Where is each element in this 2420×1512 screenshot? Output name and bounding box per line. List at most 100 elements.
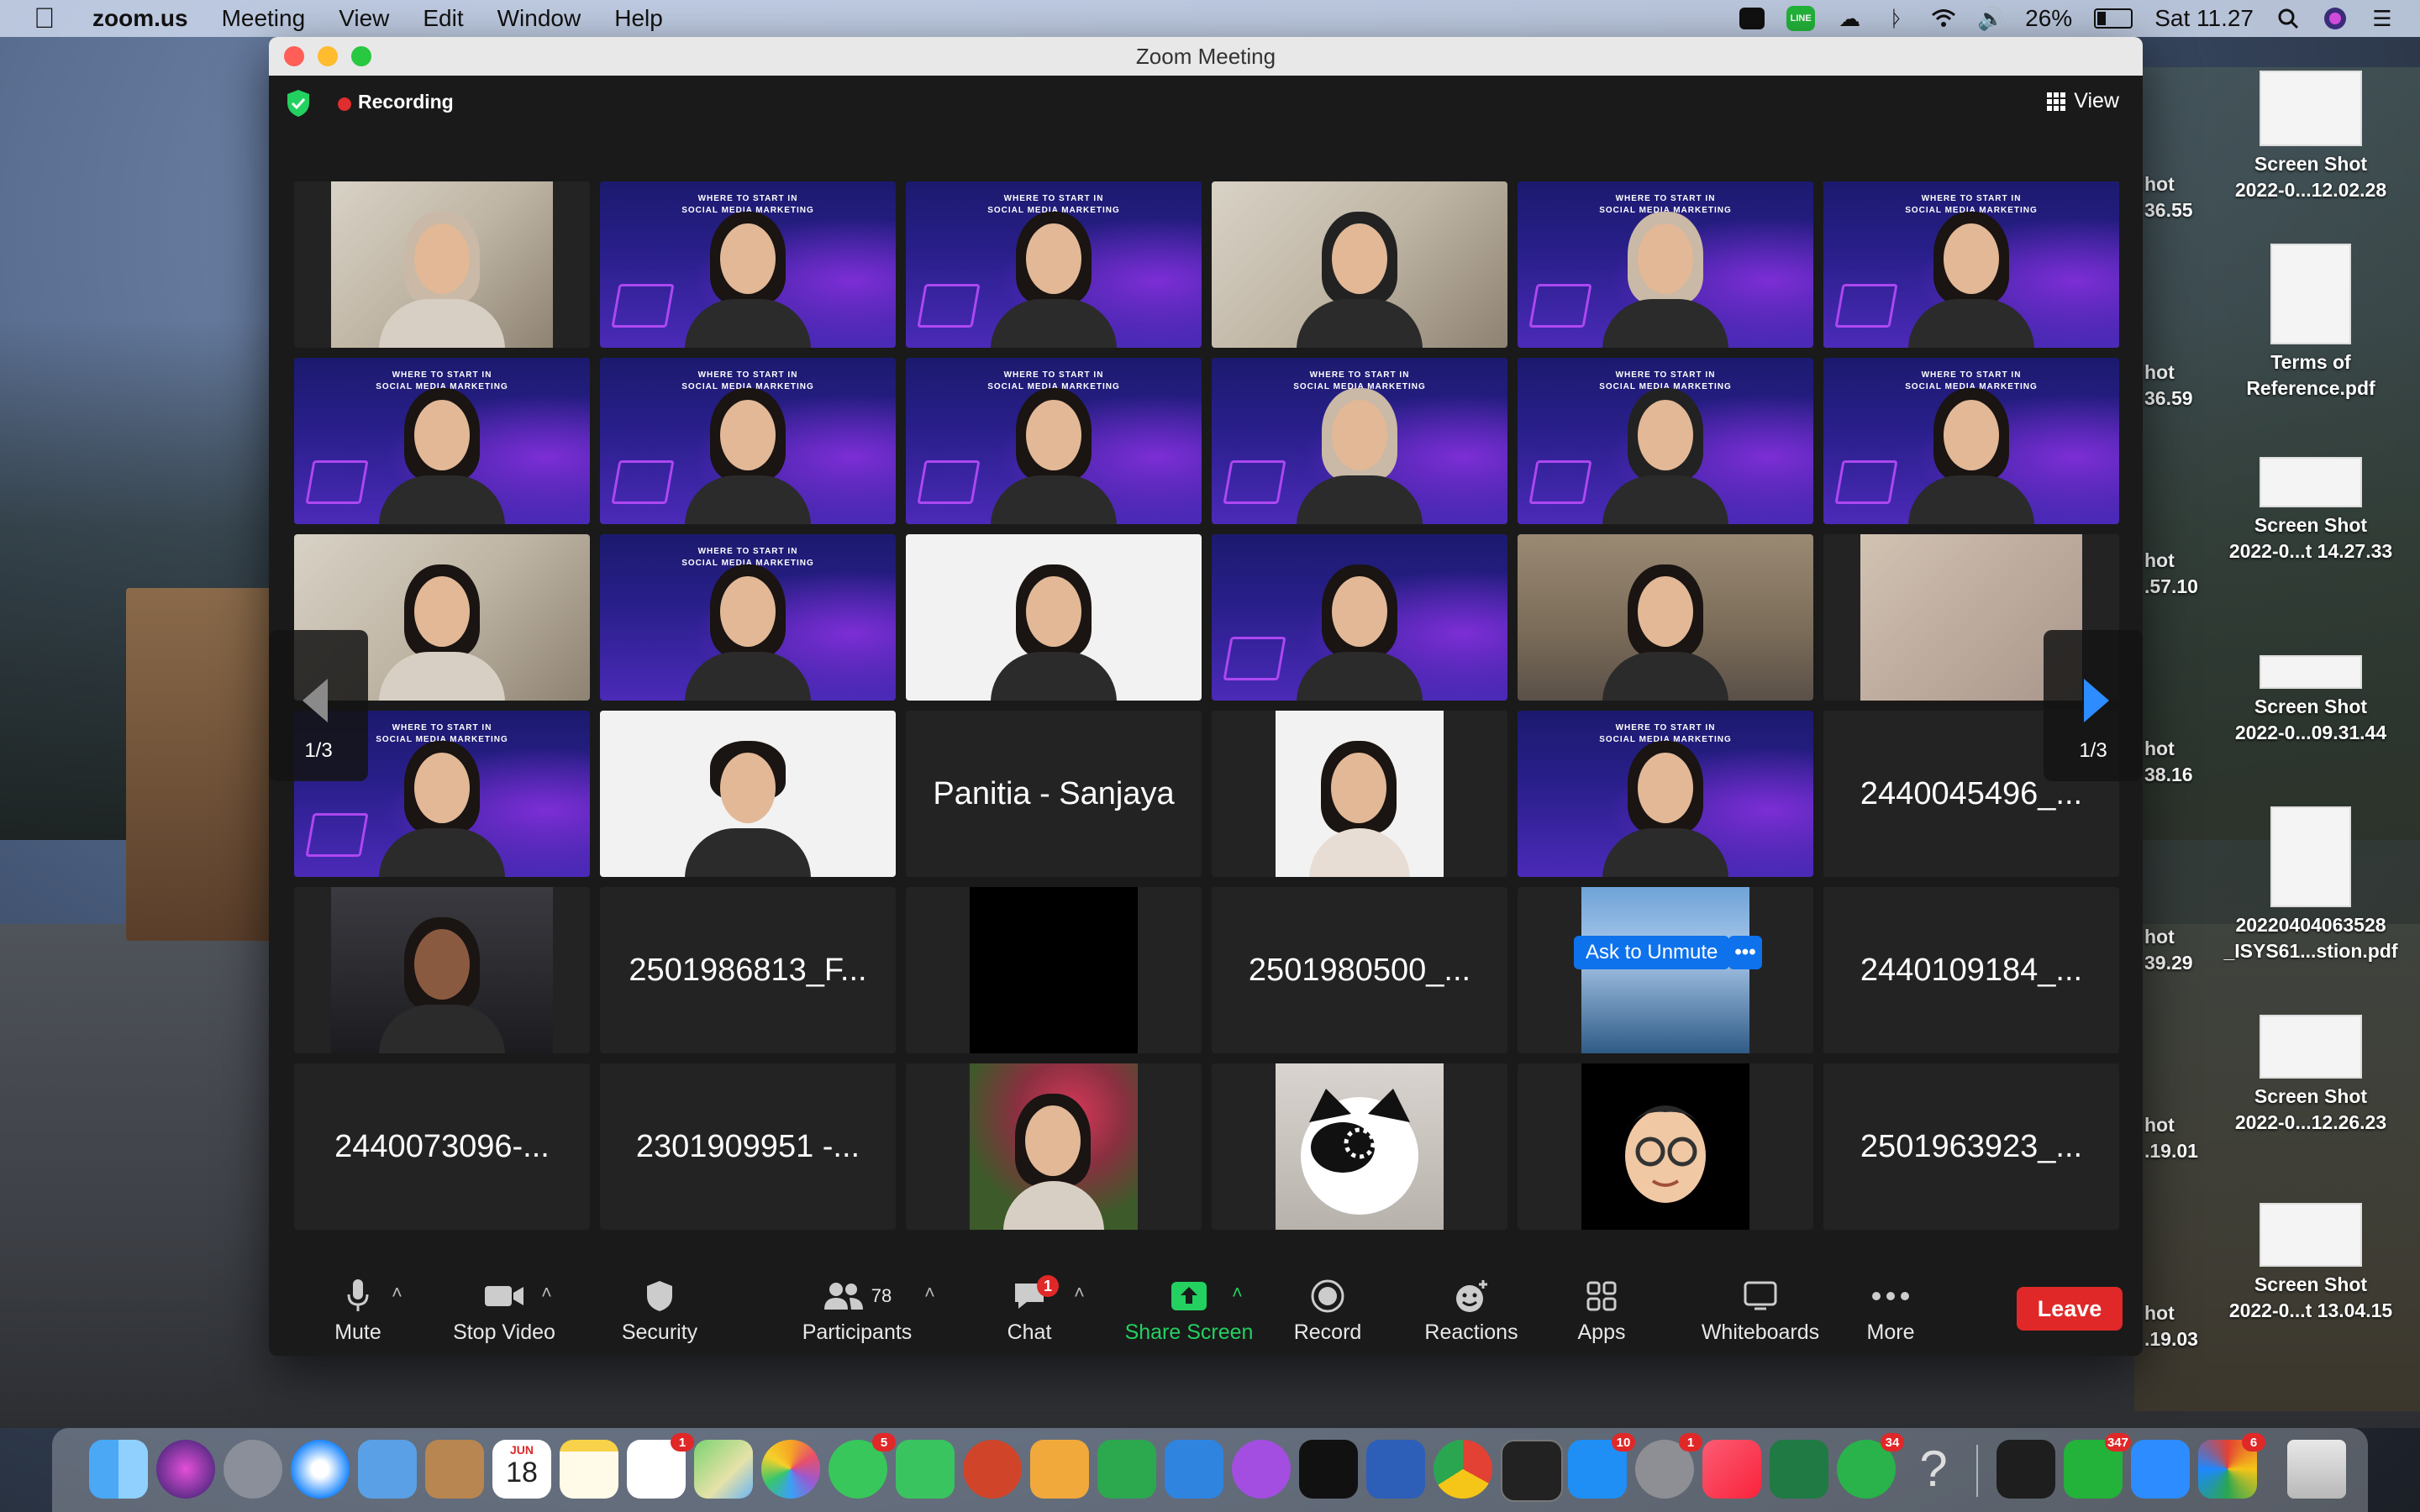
cloud-icon[interactable]: ☁ bbox=[1837, 6, 1862, 31]
video-tile[interactable]: WHERE TO START IN SOCIAL MEDIA MARKETING bbox=[906, 181, 1202, 348]
name-tile[interactable]: 2501963923_... bbox=[1823, 1063, 2119, 1230]
messages-icon[interactable]: 5 bbox=[829, 1433, 896, 1499]
recording-label[interactable]: Recording bbox=[358, 91, 454, 113]
desktop-partial-label[interactable]: hot 36.59 bbox=[2144, 360, 2193, 412]
video-tile[interactable]: WHERE TO START IN SOCIAL MEDIA MARKETING bbox=[906, 358, 1202, 524]
menu-app-name[interactable]: zoom.us bbox=[92, 5, 188, 32]
name-tile[interactable]: 2501986813_F... bbox=[600, 887, 896, 1053]
google-photos-icon[interactable]: 6 bbox=[2198, 1433, 2265, 1499]
finder-icon[interactable] bbox=[89, 1440, 148, 1499]
name-tile[interactable]: Panitia - Sanjaya bbox=[906, 711, 1202, 877]
desktop-partial-label[interactable]: hot .19.03 bbox=[2144, 1300, 2198, 1352]
ask-to-unmute-button[interactable]: Ask to Unmute bbox=[1574, 936, 1730, 969]
apple-icon[interactable]:  bbox=[34, 4, 67, 33]
previous-page-button[interactable]: 1/3 bbox=[269, 630, 368, 781]
video-tile-active-speaker[interactable]: WHERE TO START IN SOCIAL MEDIA MARKETING bbox=[1823, 181, 2119, 348]
zoom-dock-icon[interactable] bbox=[2131, 1440, 2190, 1499]
facetime-icon[interactable] bbox=[896, 1440, 955, 1499]
help-question-icon[interactable]: ? bbox=[1904, 1440, 1963, 1499]
name-tile[interactable]: 2301909951 -... bbox=[600, 1063, 896, 1230]
video-tile[interactable]: WHERE TO START IN SOCIAL MEDIA MARKETING bbox=[1823, 358, 2119, 524]
desktop-partial-label[interactable]: hot 36.55 bbox=[2144, 171, 2193, 223]
view-button[interactable]: View bbox=[2047, 89, 2119, 113]
mail-icon[interactable] bbox=[358, 1440, 417, 1499]
bluetooth-icon[interactable]: ᚦ bbox=[1884, 6, 1909, 31]
desktop-file-screenshot[interactable]: Screen Shot 2022-0...12.02.28 bbox=[2218, 71, 2403, 203]
name-tile[interactable]: 2440109184_... bbox=[1823, 887, 2119, 1053]
menu-meeting[interactable]: Meeting bbox=[222, 5, 306, 32]
chevron-up-icon[interactable]: ˄ bbox=[392, 1282, 402, 1304]
launchpad-icon[interactable] bbox=[224, 1440, 282, 1499]
reminders-icon[interactable]: 1 bbox=[627, 1433, 694, 1499]
desktop-file-isys-pdf[interactable]: 20220404063528 _ISYS61...stion.pdf bbox=[2218, 806, 2403, 964]
siri-dock-icon[interactable] bbox=[156, 1440, 215, 1499]
menu-edit[interactable]: Edit bbox=[423, 5, 463, 32]
numbers-icon[interactable] bbox=[1097, 1440, 1156, 1499]
video-tile[interactable] bbox=[1518, 887, 1813, 1053]
security-button[interactable]: Security bbox=[613, 1277, 706, 1345]
mute-button[interactable]: Mute bbox=[316, 1277, 400, 1345]
video-tile[interactable] bbox=[1212, 711, 1507, 877]
desktop-file-screenshot[interactable]: Screen Shot 2022-0...12.26.23 bbox=[2218, 1015, 2403, 1136]
chevron-up-icon[interactable]: ˄ bbox=[1074, 1282, 1085, 1304]
battery-icon[interactable] bbox=[2094, 8, 2133, 29]
desktop-partial-label[interactable]: hot .57.10 bbox=[2144, 548, 2198, 600]
tile-more-options-button[interactable]: ••• bbox=[1728, 936, 1762, 969]
video-tile[interactable] bbox=[1518, 534, 1813, 701]
reactions-button[interactable]: Reactions bbox=[1417, 1277, 1526, 1345]
chevron-up-icon[interactable]: ˄ bbox=[541, 1282, 552, 1304]
figma-icon[interactable] bbox=[1996, 1440, 2055, 1499]
safari-icon[interactable] bbox=[291, 1440, 350, 1499]
notes-icon[interactable] bbox=[560, 1440, 618, 1499]
desktop-file-screenshot[interactable]: Screen Shot 2022-0...t 13.04.15 bbox=[2218, 1203, 2403, 1324]
music-icon[interactable] bbox=[1702, 1440, 1761, 1499]
menu-window[interactable]: Window bbox=[497, 5, 581, 32]
photos-icon[interactable] bbox=[761, 1440, 820, 1499]
name-tile[interactable]: 2440073096-... bbox=[294, 1063, 590, 1230]
trash-icon[interactable] bbox=[2287, 1440, 2346, 1499]
control-center-icon[interactable]: ☰ bbox=[2370, 6, 2395, 31]
calendar-icon[interactable]: JUN 18 bbox=[492, 1440, 551, 1499]
video-tile[interactable] bbox=[906, 887, 1202, 1053]
desktop-file-screenshot[interactable]: Screen Shot 2022-0...09.31.44 bbox=[2218, 655, 2403, 746]
video-tile[interactable]: WHERE TO START IN SOCIAL MEDIA MARKETING bbox=[1518, 358, 1813, 524]
chevron-up-icon[interactable]: ˄ bbox=[924, 1282, 935, 1304]
word-icon[interactable] bbox=[1366, 1440, 1425, 1499]
desktop-partial-label[interactable]: hot 39.29 bbox=[2144, 924, 2193, 976]
video-tile[interactable] bbox=[1212, 1063, 1507, 1230]
system-preferences-icon[interactable]: 1 bbox=[1635, 1433, 1702, 1499]
spotlight-search-icon[interactable] bbox=[2275, 7, 2301, 30]
volume-icon[interactable]: 🔊 bbox=[1977, 6, 2004, 31]
chevron-up-icon[interactable]: ˄ bbox=[1232, 1282, 1243, 1304]
leave-meeting-button[interactable]: Leave bbox=[2017, 1287, 2123, 1331]
video-tile[interactable]: WHERE TO START IN SOCIAL MEDIA MARKETING bbox=[600, 181, 896, 348]
participants-button[interactable]: 78 Participants bbox=[790, 1277, 924, 1345]
menu-view[interactable]: View bbox=[339, 5, 389, 32]
video-tile[interactable] bbox=[1212, 181, 1507, 348]
apps-button[interactable]: Apps bbox=[1560, 1277, 1644, 1345]
chat-button[interactable]: 1 Chat bbox=[992, 1275, 1067, 1345]
video-tile[interactable]: WHERE TO START IN SOCIAL MEDIA MARKETING bbox=[1518, 181, 1813, 348]
zoom-status-icon[interactable] bbox=[1739, 8, 1765, 29]
line-status-icon[interactable]: LINE bbox=[1786, 6, 1816, 31]
video-tile[interactable] bbox=[906, 1063, 1202, 1230]
terminal-icon[interactable] bbox=[1501, 1440, 1563, 1502]
name-tile[interactable]: 2501980500_... bbox=[1212, 887, 1507, 1053]
line-icon[interactable]: 347 bbox=[2064, 1433, 2131, 1499]
desktop-partial-label[interactable]: hot 38.16 bbox=[2144, 736, 2193, 788]
video-tile[interactable]: WHERE TO START IN SOCIAL MEDIA MARKETING bbox=[1212, 358, 1507, 524]
pages-icon[interactable] bbox=[1030, 1440, 1089, 1499]
siri-icon[interactable] bbox=[2323, 7, 2348, 30]
video-tile[interactable]: WHERE TO START IN SOCIAL MEDIA MARKETING bbox=[1518, 711, 1813, 877]
apple-tv-icon[interactable] bbox=[1299, 1440, 1358, 1499]
video-tile[interactable] bbox=[294, 887, 590, 1053]
next-page-button[interactable]: 1/3 bbox=[2044, 630, 2143, 781]
more-button[interactable]: More bbox=[1849, 1277, 1933, 1345]
desktop-partial-label[interactable]: hot .19.01 bbox=[2144, 1112, 2198, 1164]
record-button[interactable]: Record bbox=[1286, 1277, 1370, 1345]
whiteboards-button[interactable]: Whiteboards bbox=[1689, 1277, 1832, 1345]
maps-icon[interactable] bbox=[694, 1440, 753, 1499]
video-tile[interactable] bbox=[294, 181, 590, 348]
desktop-file-screenshot[interactable]: Screen Shot 2022-0...t 14.27.33 bbox=[2218, 457, 2403, 564]
video-tile[interactable] bbox=[1518, 1063, 1813, 1230]
